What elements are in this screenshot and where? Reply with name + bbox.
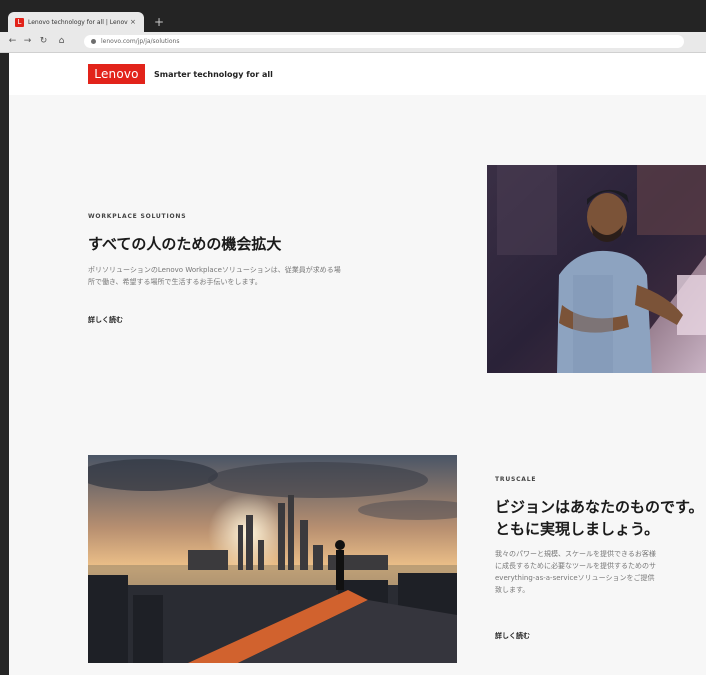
- section1-title: すべての人のための機会拡大: [88, 235, 282, 253]
- section1-eyebrow: WORKPLACE SOLUTIONS: [88, 213, 187, 220]
- new-tab-button[interactable]: +: [151, 15, 167, 29]
- section2-title-line: ビジョンはあなたのものです。: [495, 498, 704, 516]
- url-text: lenovo.com/jp/ja/solutions: [101, 38, 180, 45]
- section1-body-line: ポリソリューションのLenovo Workplaceソリューションは、従業員が求…: [88, 266, 341, 274]
- site-tagline: Smarter technology for all: [154, 70, 273, 79]
- section2-body-line: 致します。: [495, 586, 530, 594]
- section2-read-more-link[interactable]: 詳しく読む: [495, 631, 530, 641]
- section2-title-line: ともに実現しましょう。: [495, 520, 660, 538]
- forward-arrow-icon[interactable]: →: [21, 35, 34, 48]
- section1-body-line: 所で働き、希望する場所で生活するお手伝いをします。: [88, 278, 262, 286]
- workplace-photo: [487, 165, 706, 373]
- browser-tabstrip: L Lenovo technology for all | Lenovo × +: [0, 0, 706, 32]
- section1-read-more-link[interactable]: 詳しく読む: [88, 315, 123, 325]
- section2-body-line: everything-as-a-serviceソリューションをご提供: [495, 574, 655, 582]
- reload-icon[interactable]: ↻: [37, 35, 50, 48]
- address-bar[interactable]: lenovo.com/jp/ja/solutions: [84, 35, 684, 48]
- browser-tab[interactable]: L Lenovo technology for all | Lenovo ×: [8, 12, 144, 32]
- site-header: Lenovo Smarter technology for all: [9, 53, 706, 95]
- tab-title: Lenovo technology for all | Lenovo: [28, 18, 128, 26]
- section2-body-line: に成長するために必要なツールを提供するためのサ: [495, 562, 656, 570]
- tab-close-icon[interactable]: ×: [130, 18, 136, 26]
- browser-toolbar: ← → ↻ ⌂ lenovo.com/jp/ja/solutions: [0, 32, 706, 53]
- lenovo-favicon-icon: L: [15, 17, 24, 27]
- city-skyline-photo: [88, 455, 457, 663]
- section2-body-line: 我々のパワーと規模、スケールを提供できるお客様: [495, 550, 656, 558]
- lock-icon: [91, 39, 96, 44]
- lenovo-logo[interactable]: Lenovo: [88, 64, 145, 84]
- back-arrow-icon[interactable]: ←: [6, 35, 19, 48]
- home-icon[interactable]: ⌂: [55, 35, 68, 48]
- section2-eyebrow: TRUSCALE: [495, 476, 537, 483]
- web-page: Lenovo Smarter technology for all WORKPL…: [9, 53, 706, 675]
